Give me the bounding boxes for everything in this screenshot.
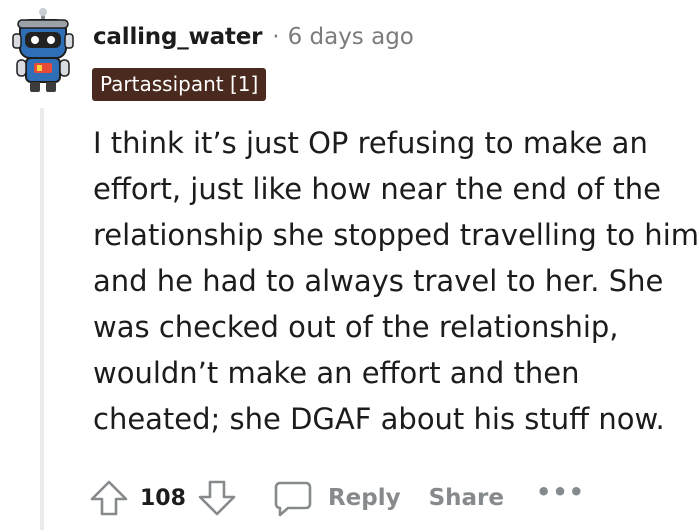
- comment-timestamp[interactable]: 6 days ago: [288, 24, 414, 50]
- comment-actions: 108 Reply Share •••: [88, 472, 585, 524]
- avatar[interactable]: [8, 8, 78, 94]
- share-button[interactable]: Share: [429, 485, 504, 511]
- comment-body-line: wouldn’t make an effort and then: [93, 356, 580, 390]
- comment-meta: calling_water · 6 days ago: [93, 24, 414, 50]
- user-flair: Partassipant [1]: [92, 68, 267, 101]
- username-link[interactable]: calling_water: [93, 24, 262, 50]
- downvote-button[interactable]: [196, 477, 238, 519]
- upvote-button[interactable]: [88, 477, 130, 519]
- robot-avatar-icon: [12, 8, 74, 92]
- comment-body-line: effort, just like how near the end of th…: [93, 172, 661, 206]
- upvote-arrow-icon: [90, 480, 128, 516]
- reply-button[interactable]: Reply: [272, 477, 401, 519]
- comment-body-line: and he had to always travel to her. She: [93, 264, 664, 298]
- vote-score: 108: [140, 485, 186, 511]
- comment-body: I think it’s just OP refusing to make an…: [93, 120, 699, 442]
- comment-body-line: relationship she stopped travelling to h…: [93, 218, 699, 252]
- meta-separator: ·: [272, 24, 280, 50]
- thread-line[interactable]: [40, 108, 44, 530]
- downvote-arrow-icon: [198, 480, 236, 516]
- comment-body-line: was checked out of the relationship,: [93, 310, 619, 344]
- speech-bubble-icon: [274, 481, 312, 517]
- reply-label: Reply: [327, 485, 401, 511]
- comment-body-line: I think it’s just OP refusing to make an: [93, 126, 648, 160]
- comment-body-line: cheated; she DGAF about his stuff now.: [93, 402, 665, 436]
- more-options-button[interactable]: •••: [536, 478, 585, 506]
